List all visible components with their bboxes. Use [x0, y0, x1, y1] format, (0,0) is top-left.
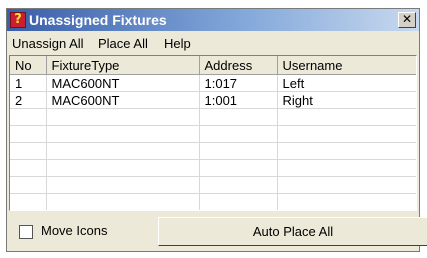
close-button[interactable]: ✕ — [398, 12, 416, 28]
table-row[interactable]: 1 MAC600NT 1:017 Left — [10, 74, 416, 92]
fixtures-table: No FixtureType Address Username 1 MAC600… — [9, 55, 417, 211]
table-header-row: No FixtureType Address Username — [10, 56, 416, 75]
close-icon: ✕ — [401, 12, 413, 26]
cell-no: 1 — [10, 74, 47, 92]
table-row-empty — [10, 211, 416, 212]
column-header-address[interactable]: Address — [199, 56, 278, 75]
cell-address: 1:017 — [199, 74, 278, 92]
column-header-username[interactable]: Username — [277, 56, 416, 75]
table-row-empty — [10, 176, 416, 194]
table-row-empty — [10, 193, 416, 210]
title-bar[interactable]: ? Unassigned Fixtures ✕ — [7, 9, 419, 31]
cell-fixturetype: MAC600NT — [46, 74, 200, 92]
table-row-empty — [10, 159, 416, 177]
cell-username: Left — [277, 74, 416, 92]
menu-place-all[interactable]: Place All — [98, 36, 148, 51]
cell-address: 1:001 — [199, 91, 278, 109]
menu-unassign-all[interactable]: Unassign All — [12, 36, 84, 51]
table-row[interactable]: 2 MAC600NT 1:001 Right — [10, 91, 416, 109]
app-icon: ? — [10, 12, 26, 28]
table-row-empty — [10, 125, 416, 143]
cell-username: Right — [277, 91, 416, 109]
unassigned-fixtures-window: ? Unassigned Fixtures ✕ Unassign All Pla… — [6, 8, 427, 252]
footer-bar: Move Icons Auto Place All — [9, 214, 427, 248]
auto-place-all-button[interactable]: Auto Place All — [158, 217, 427, 246]
cell-no: 2 — [10, 91, 47, 109]
menu-bar: Unassign All Place All Help — [7, 31, 419, 53]
cell-fixturetype: MAC600NT — [46, 91, 200, 109]
table-row-empty — [10, 108, 416, 126]
column-header-fixturetype[interactable]: FixtureType — [46, 56, 200, 75]
move-icons-label[interactable]: Move Icons — [41, 223, 107, 238]
move-icons-checkbox[interactable] — [19, 225, 33, 239]
column-header-no[interactable]: No — [10, 56, 47, 75]
menu-help[interactable]: Help — [164, 36, 191, 51]
window-title: Unassigned Fixtures — [29, 12, 167, 28]
table-row-empty — [10, 142, 416, 160]
